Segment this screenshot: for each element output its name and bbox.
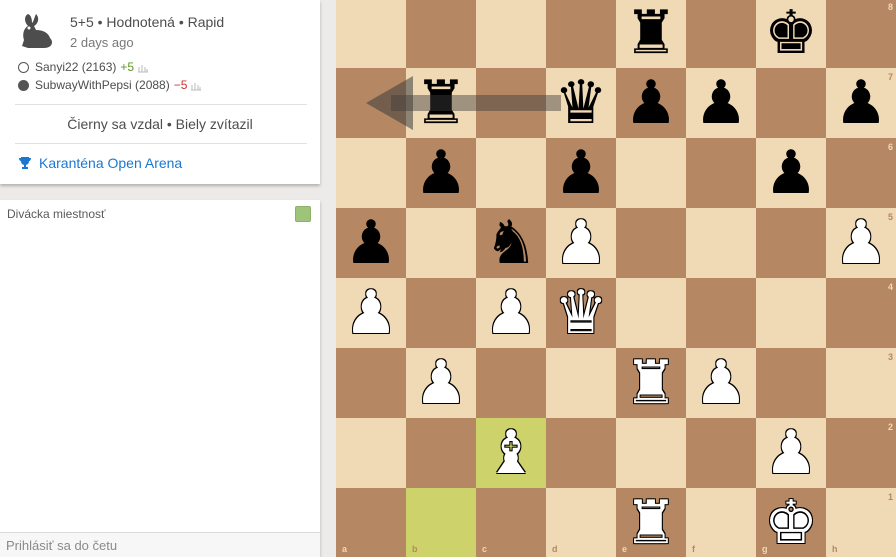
rating-provisional-icon — [191, 83, 202, 91]
trophy-icon — [19, 157, 31, 169]
white-dot-icon — [18, 61, 29, 73]
file-label: c — [482, 544, 488, 554]
rank-label: 3 — [888, 352, 894, 362]
black-pawn-icon[interactable]: ♟ — [616, 68, 686, 138]
square-f8[interactable] — [686, 0, 756, 68]
square-h4[interactable] — [826, 278, 896, 348]
file-label: a — [342, 544, 348, 554]
black-pawn-icon[interactable]: ♟ — [406, 138, 476, 208]
black-pawn-icon[interactable]: ♟ — [686, 68, 756, 138]
game-title: 5+5 • Hodnotená • Rapid — [70, 14, 225, 30]
square-a3[interactable] — [336, 348, 406, 418]
square-a2[interactable] — [336, 418, 406, 488]
white-rook-icon[interactable]: ♜ — [616, 488, 686, 557]
square-h2[interactable] — [826, 418, 896, 488]
square-f6[interactable] — [686, 138, 756, 208]
square-a7[interactable] — [336, 68, 406, 138]
square-b4[interactable] — [406, 278, 476, 348]
black-rook-icon[interactable]: ♜ — [616, 0, 686, 68]
game-result: Čierny sa vzdal • Biely zvítazil — [67, 116, 253, 132]
square-g7[interactable] — [756, 68, 826, 138]
square-h8[interactable] — [826, 0, 896, 68]
white-queen-icon[interactable]: ♛ — [546, 278, 616, 348]
square-d8[interactable] — [546, 0, 616, 68]
square-f4[interactable] — [686, 278, 756, 348]
rabbit-icon — [22, 14, 52, 48]
square-b2[interactable] — [406, 418, 476, 488]
black-dot-icon — [18, 79, 29, 91]
divider — [15, 143, 307, 144]
chess-board[interactable]: 8 7 6 5 4 3 2 a b c d e f g 1 h ♜ ♚ ♜ ♛ ♟ ♟ ♟ ♟ ♟ ♟ ♟ ♞ ♟ ♟ ♟ ♟ ♛ ♟ ♜ ♟ ♝ ♟ ♜ ♚ — [336, 0, 896, 557]
square-c6[interactable] — [476, 138, 546, 208]
player-white[interactable]: Sanyi22 (2163) +5 — [18, 60, 150, 74]
player-black-name[interactable]: SubwayWithPepsi (2088) — [35, 78, 170, 92]
white-pawn-icon[interactable]: ♟ — [406, 348, 476, 418]
white-pawn-icon[interactable]: ♟ — [756, 418, 826, 488]
square-g4[interactable] — [756, 278, 826, 348]
square-a6[interactable] — [336, 138, 406, 208]
white-rook-icon[interactable]: ♜ — [616, 348, 686, 418]
black-queen-icon[interactable]: ♛ — [546, 68, 616, 138]
square-b8[interactable] — [406, 0, 476, 68]
square-d2[interactable] — [546, 418, 616, 488]
black-knight-icon[interactable]: ♞ — [476, 208, 546, 278]
square-h6[interactable] — [826, 138, 896, 208]
file-label: d — [552, 544, 558, 554]
black-king-icon[interactable]: ♚ — [756, 0, 826, 68]
white-bishop-icon[interactable]: ♝ — [476, 418, 546, 488]
square-e5[interactable] — [616, 208, 686, 278]
player-black-diff: −5 — [173, 78, 188, 92]
spectator-chat: Divácka miestnosť Prihlásiť sa do četu — [0, 200, 320, 557]
white-king-icon[interactable]: ♚ — [756, 488, 826, 557]
black-pawn-icon[interactable]: ♟ — [546, 138, 616, 208]
white-pawn-icon[interactable]: ♟ — [336, 278, 406, 348]
chat-toggle[interactable] — [295, 206, 311, 222]
rating-provisional-icon — [138, 65, 149, 73]
rank-label: 8 — [888, 2, 894, 12]
square-a8[interactable] — [336, 0, 406, 68]
chat-login-prompt[interactable]: Prihlásiť sa do četu — [0, 532, 320, 557]
square-e6[interactable] — [616, 138, 686, 208]
rank-label: 4 — [888, 282, 894, 292]
square-c7[interactable] — [476, 68, 546, 138]
square-f1[interactable] — [686, 488, 756, 557]
player-white-name[interactable]: Sanyi22 (2163) — [35, 60, 116, 74]
player-black[interactable]: SubwayWithPepsi (2088) −5 — [18, 78, 203, 92]
white-pawn-icon[interactable]: ♟ — [826, 208, 896, 278]
file-label: f — [692, 544, 695, 554]
game-info-panel: 5+5 • Hodnotená • Rapid 2 days ago Sanyi… — [0, 0, 320, 184]
square-c3[interactable] — [476, 348, 546, 418]
rank-label: 2 — [888, 422, 894, 432]
rank-label: 1 — [888, 492, 894, 502]
square-h3[interactable] — [826, 348, 896, 418]
divider — [15, 104, 307, 105]
white-pawn-icon[interactable]: ♟ — [546, 208, 616, 278]
square-c8[interactable] — [476, 0, 546, 68]
square-d3[interactable] — [546, 348, 616, 418]
square-e2[interactable] — [616, 418, 686, 488]
player-white-diff: +5 — [120, 60, 135, 74]
square-e4[interactable] — [616, 278, 686, 348]
black-pawn-icon[interactable]: ♟ — [336, 208, 406, 278]
black-rook-icon[interactable]: ♜ — [406, 68, 476, 138]
square-f2[interactable] — [686, 418, 756, 488]
game-time: 2 days ago — [70, 35, 134, 50]
white-pawn-icon[interactable]: ♟ — [686, 348, 756, 418]
square-g5[interactable] — [756, 208, 826, 278]
chat-title: Divácka miestnosť — [7, 207, 106, 221]
square-f5[interactable] — [686, 208, 756, 278]
tournament-name[interactable]: Karanténa Open Arena — [39, 155, 182, 171]
white-pawn-icon[interactable]: ♟ — [476, 278, 546, 348]
black-pawn-icon[interactable]: ♟ — [756, 138, 826, 208]
file-label: b — [412, 544, 418, 554]
rank-label: 6 — [888, 142, 894, 152]
black-pawn-icon[interactable]: ♟ — [826, 68, 896, 138]
tournament-link[interactable]: Karanténa Open Arena — [18, 155, 182, 171]
square-g3[interactable] — [756, 348, 826, 418]
file-label: h — [832, 544, 838, 554]
square-b5[interactable] — [406, 208, 476, 278]
